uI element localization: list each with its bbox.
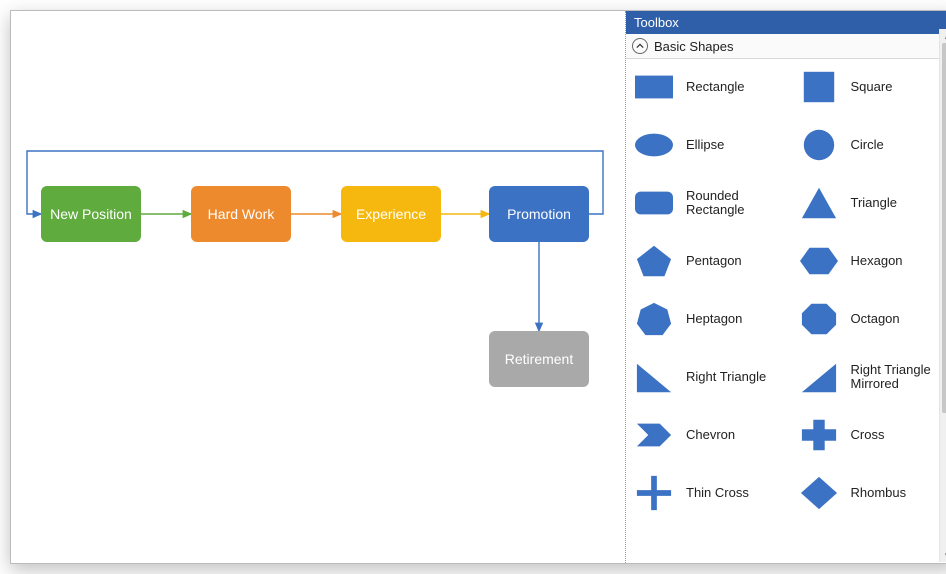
shape-item-rhombus[interactable]: Rhombus — [797, 473, 946, 513]
node-hard-work[interactable]: Hard Work — [191, 186, 291, 242]
shape-label: Pentagon — [686, 254, 742, 268]
right-triangle-mirrored-icon — [797, 357, 841, 397]
shape-label: Right Triangle Mirrored — [851, 363, 946, 392]
circle-icon — [797, 125, 841, 165]
shape-item-pentagon[interactable]: Pentagon — [632, 241, 789, 281]
shape-label: Hexagon — [851, 254, 903, 268]
shape-label: Chevron — [686, 428, 735, 442]
shape-label: Rounded Rectangle — [686, 189, 789, 218]
node-experience[interactable]: Experience — [341, 186, 441, 242]
thin-cross-icon — [632, 473, 676, 513]
toolbox-section-header[interactable]: Basic Shapes — [626, 34, 946, 59]
shape-item-circle[interactable]: Circle — [797, 125, 946, 165]
collapse-icon[interactable] — [632, 38, 648, 54]
toolbox-panel: Toolbox Basic Shapes Rectangle Square Elli… — [625, 11, 946, 563]
shape-label: Right Triangle — [686, 370, 766, 384]
shape-label: Heptagon — [686, 312, 742, 326]
shape-item-chevron[interactable]: Chevron — [632, 415, 789, 455]
hexagon-icon — [797, 241, 841, 281]
shape-item-rounded-rectangle[interactable]: Rounded Rectangle — [632, 183, 789, 223]
shapes-list[interactable]: Rectangle Square Ellipse Circle Rounded Rect… — [626, 59, 946, 563]
app-window: New Position Hard Work Experience Promotion… — [10, 10, 946, 564]
shape-label: Thin Cross — [686, 486, 749, 500]
shape-label: Triangle — [851, 196, 897, 210]
node-label: Experience — [356, 206, 426, 223]
square-icon — [797, 67, 841, 107]
toolbox-section-label: Basic Shapes — [654, 39, 734, 54]
node-retirement[interactable]: Retirement — [489, 331, 589, 387]
shape-item-cross[interactable]: Cross — [797, 415, 946, 455]
rectangle-icon — [632, 67, 676, 107]
shape-item-ellipse[interactable]: Ellipse — [632, 125, 789, 165]
shape-label: Rhombus — [851, 486, 907, 500]
node-new-position[interactable]: New Position — [41, 186, 141, 242]
chevron-icon — [632, 415, 676, 455]
node-label: Hard Work — [208, 206, 275, 223]
shape-item-thin-cross[interactable]: Thin Cross — [632, 473, 789, 513]
toolbox-scrollbar[interactable]: ▴ ▾ — [939, 29, 946, 562]
scroll-down-icon[interactable]: ▾ — [940, 548, 946, 562]
scroll-thumb[interactable] — [942, 43, 946, 413]
shape-label: Ellipse — [686, 138, 724, 152]
shape-item-heptagon[interactable]: Heptagon — [632, 299, 789, 339]
right-triangle-icon — [632, 357, 676, 397]
heptagon-icon — [632, 299, 676, 339]
shape-label: Octagon — [851, 312, 900, 326]
shape-label: Square — [851, 80, 893, 94]
cross-icon — [797, 415, 841, 455]
octagon-icon — [797, 299, 841, 339]
rhombus-icon — [797, 473, 841, 513]
shape-item-square[interactable]: Square — [797, 67, 946, 107]
toolbox-title: Toolbox — [626, 11, 946, 34]
connectors-layer — [11, 11, 625, 563]
shape-item-rectangle[interactable]: Rectangle — [632, 67, 789, 107]
shape-item-right-triangle[interactable]: Right Triangle — [632, 357, 789, 397]
scroll-up-icon[interactable]: ▴ — [940, 29, 946, 43]
diagram-canvas[interactable]: New Position Hard Work Experience Promotion… — [11, 11, 625, 563]
shape-item-octagon[interactable]: Octagon — [797, 299, 946, 339]
node-label: Retirement — [505, 351, 573, 368]
rounded-rectangle-icon — [632, 183, 676, 223]
shape-item-right-triangle-mirrored[interactable]: Right Triangle Mirrored — [797, 357, 946, 397]
pentagon-icon — [632, 241, 676, 281]
node-promotion[interactable]: Promotion — [489, 186, 589, 242]
triangle-icon — [797, 183, 841, 223]
node-label: New Position — [50, 206, 132, 223]
shape-item-triangle[interactable]: Triangle — [797, 183, 946, 223]
shape-label: Circle — [851, 138, 884, 152]
shape-item-hexagon[interactable]: Hexagon — [797, 241, 946, 281]
node-label: Promotion — [507, 206, 571, 223]
ellipse-icon — [632, 125, 676, 165]
shape-label: Rectangle — [686, 80, 745, 94]
shape-label: Cross — [851, 428, 885, 442]
